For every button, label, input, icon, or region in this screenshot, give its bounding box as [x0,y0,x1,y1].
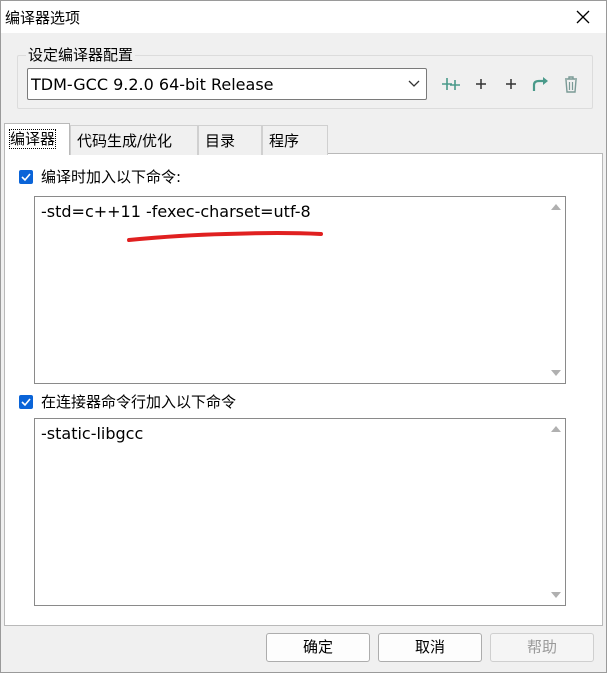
compiler-config-label: 设定编译器配置 [26,44,136,65]
scroll-down-icon [551,370,561,376]
checkmark-icon [21,397,31,406]
delete-button[interactable] [558,71,584,97]
compiler-commands-checkbox-row[interactable]: 编译时加入以下命令: [19,166,181,187]
add-icon [476,79,486,89]
tab-directories[interactable]: 目录 [198,125,262,155]
ok-button[interactable]: 确定 [266,633,370,662]
linker-commands-checkbox-row[interactable]: 在连接器命令行加入以下命令 [19,391,236,412]
tab-directories-label: 目录 [205,132,236,150]
close-icon [576,10,590,24]
tab-programs[interactable]: 程序 [262,125,328,155]
window-title: 编译器选项 [5,9,81,27]
checkmark-icon [21,172,31,181]
cancel-button[interactable]: 取消 [378,633,482,662]
compiler-commands-scrollbar[interactable] [547,197,565,383]
scroll-down-icon [551,592,561,598]
compiler-options-dialog: 编译器选项 设定编译器配置 TDM-GCC 9.2.0 64-bit Relea… [0,0,607,673]
tab-compiler[interactable]: 编译器 [4,123,70,155]
compiler-commands-checkbox[interactable] [19,169,33,184]
linker-commands-value: -static-libgcc [41,424,144,443]
compiler-config-value: TDM-GCC 9.2.0 64-bit Release [31,75,274,94]
compiler-commands-textarea[interactable]: -std=c++11 -fexec-charset=utf-8 [34,196,566,384]
scroll-up-icon [551,426,561,432]
add-config-icon [442,78,460,90]
close-button[interactable] [568,4,598,30]
add-button[interactable] [468,71,494,97]
add-button-2[interactable] [498,71,524,97]
rename-button[interactable] [528,71,554,97]
tab-codegen[interactable]: 代码生成/优化 [70,125,198,155]
linker-commands-checkbox[interactable] [19,394,33,409]
title-bar: 编译器选项 [1,1,606,33]
compiler-commands-label: 编译时加入以下命令: [41,168,182,186]
compiler-commands-value: -std=c++11 -fexec-charset=utf-8 [41,202,311,221]
chevron-down-icon [408,80,420,87]
tab-programs-label: 程序 [269,132,300,150]
add-icon [506,79,516,89]
help-button[interactable]: 帮助 [490,633,594,662]
scroll-up-icon [551,204,561,210]
rename-icon [532,77,548,91]
delete-icon [565,76,577,93]
linker-commands-textarea[interactable]: -static-libgcc [34,418,566,606]
red-underline-annotation [127,231,323,242]
add-config-button[interactable] [438,71,464,97]
linker-commands-scrollbar[interactable] [547,419,565,605]
tab-codegen-label: 代码生成/优化 [77,132,173,150]
tab-compiler-label: 编译器 [8,129,57,149]
compiler-config-select[interactable]: TDM-GCC 9.2.0 64-bit Release [27,68,427,100]
linker-commands-label: 在连接器命令行加入以下命令 [41,393,237,411]
tab-bar: 编译器 代码生成/优化 目录 程序 [4,123,344,155]
